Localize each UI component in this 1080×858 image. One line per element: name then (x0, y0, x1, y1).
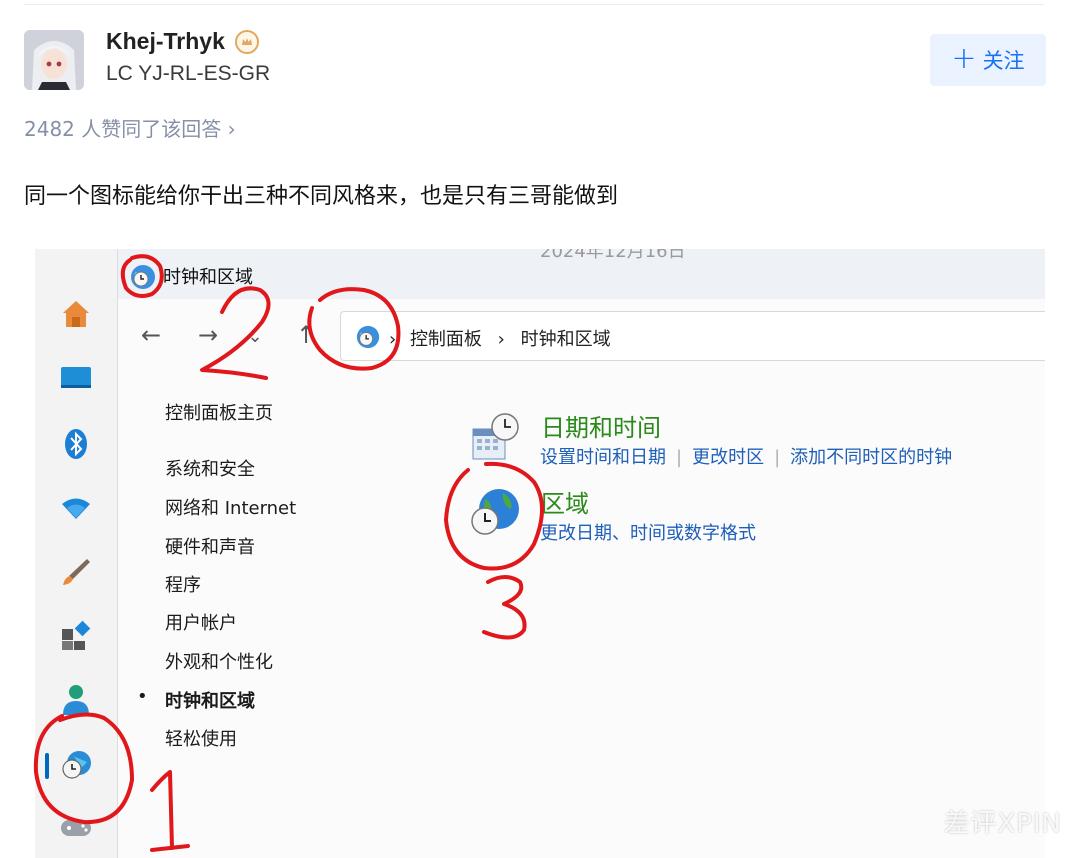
datetime-category-title[interactable]: 日期和时间 (541, 408, 661, 443)
nav-item-user-accounts[interactable]: 用户帐户 (165, 609, 237, 635)
address-bar[interactable]: › 控制面板 › 时钟和区域 (340, 311, 1045, 361)
breadcrumb-clock-region[interactable]: 时钟和区域 (521, 329, 611, 350)
time-language-icon[interactable] (59, 748, 93, 782)
nav-item-appearance[interactable]: 外观和个性化 (165, 648, 273, 674)
breadcrumb-separator: › (497, 329, 505, 350)
answer-text: 同一个图标能给你干出三种不同风格来，也是只有三哥能做到 (24, 184, 619, 209)
nav-item-system-security[interactable]: 系统和安全 (165, 455, 255, 481)
active-bullet: • (137, 686, 148, 707)
nav-item-hardware[interactable]: 硬件和声音 (165, 533, 255, 559)
upvote-count-link[interactable]: 2482 人赞同了该回答 › (24, 113, 236, 142)
settings-sidebar (35, 249, 117, 858)
clock-region-icon (129, 263, 157, 291)
top-divider (24, 4, 1044, 5)
home-icon[interactable] (59, 297, 93, 331)
active-indicator (45, 753, 49, 779)
nav-item-network[interactable]: 网络和 Internet (165, 494, 296, 520)
author-description: LC YJ-RL-ES-GR (106, 62, 271, 85)
author-header: Khej-Trhyk LC YJ-RL-ES-GR + 关注 (24, 28, 1046, 92)
watermark: 差评XPIN (943, 809, 1062, 839)
embedded-screenshot: 2024年12月16日 时钟和区域 ← → ⌄ ↑ › 控制面板 › 时钟和区域… (35, 249, 1045, 858)
apps-icon[interactable] (59, 619, 93, 653)
breadcrumb: › 控制面板 › 时钟和区域 (389, 325, 611, 351)
breadcrumb-control-panel[interactable]: 控制面板 (410, 329, 482, 350)
region-category-title[interactable]: 区域 (541, 484, 589, 519)
plus-icon: + (951, 40, 977, 76)
nav-item-home[interactable]: 控制面板主页 (165, 399, 273, 425)
back-arrow-icon[interactable]: ← (135, 321, 167, 349)
follow-button[interactable]: + 关注 (930, 34, 1046, 86)
background-date-text: 2024年12月16日 (540, 249, 686, 262)
gaming-icon[interactable] (59, 810, 93, 844)
nav-item-ease-of-access[interactable]: 轻松使用 (165, 725, 237, 751)
add-clocks-link[interactable]: 添加不同时区的时钟 (790, 447, 952, 468)
change-timezone-link[interactable]: 更改时区 (692, 447, 764, 468)
wifi-icon[interactable] (59, 491, 93, 525)
up-arrow-icon[interactable]: ↑ (290, 321, 322, 349)
set-time-date-link[interactable]: 设置时间和日期 (540, 447, 666, 468)
author-name[interactable]: Khej-Trhyk (106, 28, 225, 55)
breadcrumb-separator: › (389, 329, 397, 350)
clock-region-icon (355, 324, 381, 350)
forward-arrow-icon[interactable]: → (192, 321, 224, 349)
nav-item-programs[interactable]: 程序 (165, 571, 201, 597)
change-formats-link[interactable]: 更改日期、时间或数字格式 (540, 523, 756, 544)
avatar[interactable] (24, 30, 84, 90)
globe-clock-icon[interactable] (467, 485, 523, 545)
accounts-icon[interactable] (59, 681, 93, 715)
datetime-links: 设置时间和日期 | 更改时区 | 添加不同时区的时钟 (540, 447, 953, 468)
system-icon[interactable] (59, 361, 93, 395)
personalization-brush-icon[interactable] (59, 555, 93, 589)
bluetooth-icon[interactable] (59, 427, 93, 461)
nav-item-clock-region[interactable]: 时钟和区域 (165, 687, 255, 713)
chevron-down-icon[interactable]: ⌄ (239, 326, 271, 347)
window-title: 时钟和区域 (163, 267, 253, 288)
verified-badge-icon (235, 30, 259, 54)
region-links: 更改日期、时间或数字格式 (540, 519, 756, 545)
follow-label: 关注 (982, 49, 1025, 73)
calendar-clock-icon[interactable] (471, 411, 521, 467)
